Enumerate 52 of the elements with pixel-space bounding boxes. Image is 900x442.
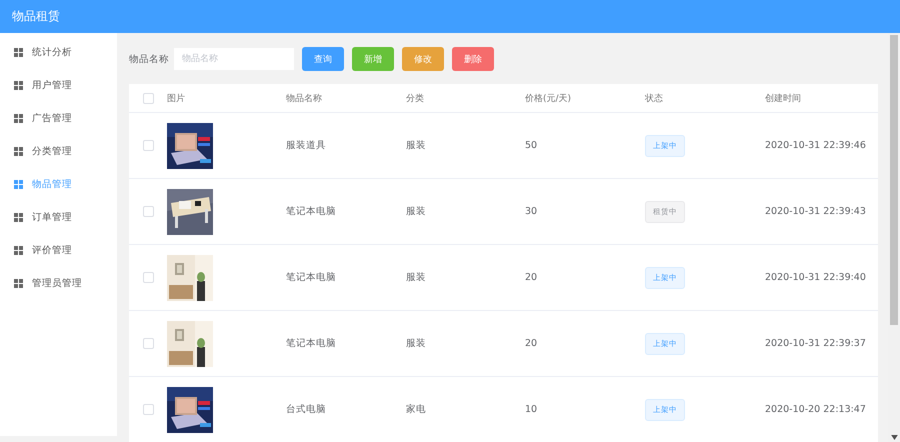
checkbox[interactable] [142,206,154,217]
grid-icon [14,246,23,255]
price-text: 30 [525,206,538,217]
sidebar-item[interactable]: 评价管理 [0,234,117,267]
scrollbar[interactable] [888,33,900,442]
column-header: 价格(元/天) [525,92,572,104]
item-name: 台式电脑 [286,403,326,416]
search-field[interactable]: 物品名称 [174,48,294,70]
sidebar-item[interactable]: 广告管理 [0,102,117,135]
grid-icon [14,279,23,288]
created-time: 2020-10-20 22:13:47 [765,404,866,415]
column-header: 物品名称 [286,92,322,104]
category-text: 服装 [406,271,426,284]
checkbox[interactable] [142,404,154,415]
column-header: 分类 [406,92,424,104]
created-time: 2020-10-31 22:39:43 [765,206,866,217]
price-text: 20 [525,338,538,349]
column-header: 状态 [645,92,663,104]
created-time: 2020-10-31 22:39:40 [765,272,866,283]
grid-icon [14,180,23,189]
grid-icon [14,48,23,57]
grid-icon [14,147,23,156]
scroll-down-icon[interactable] [890,435,898,440]
price-text: 20 [525,272,538,283]
grid-icon [14,213,23,222]
column-header: 创建时间 [765,92,801,104]
price-text: 10 [525,404,538,415]
grid-icon [14,81,23,90]
price-text: 50 [525,140,538,151]
sidebar-item[interactable]: 订单管理 [0,201,117,234]
category-text: 服装 [406,337,426,350]
category-text: 服装 [406,139,426,152]
sidebar-item[interactable]: 统计分析 [0,36,117,69]
checkbox[interactable] [142,338,154,349]
category-text: 家电 [406,403,426,416]
item-name: 服装道具 [286,139,326,152]
column-header: 图片 [167,92,185,104]
item-name: 笔记本电脑 [286,205,336,218]
sidebar-item[interactable]: 管理员管理 [0,267,117,300]
item-name: 笔记本电脑 [286,271,336,284]
created-time: 2020-10-31 22:39:46 [765,140,866,151]
category-text: 服装 [406,205,426,218]
sidebar-item[interactable]: 用户管理 [0,69,117,102]
checkbox[interactable] [142,140,154,151]
checkbox[interactable] [142,272,154,283]
item-name: 笔记本电脑 [286,337,336,350]
checkbox[interactable] [142,92,154,104]
field-label: 物品名称 [129,52,169,66]
grid-icon [14,114,23,123]
created-time: 2020-10-31 22:39:37 [765,338,866,349]
sidebar-item[interactable]: 分类管理 [0,135,117,168]
app-title: 物品租赁 [12,8,60,25]
